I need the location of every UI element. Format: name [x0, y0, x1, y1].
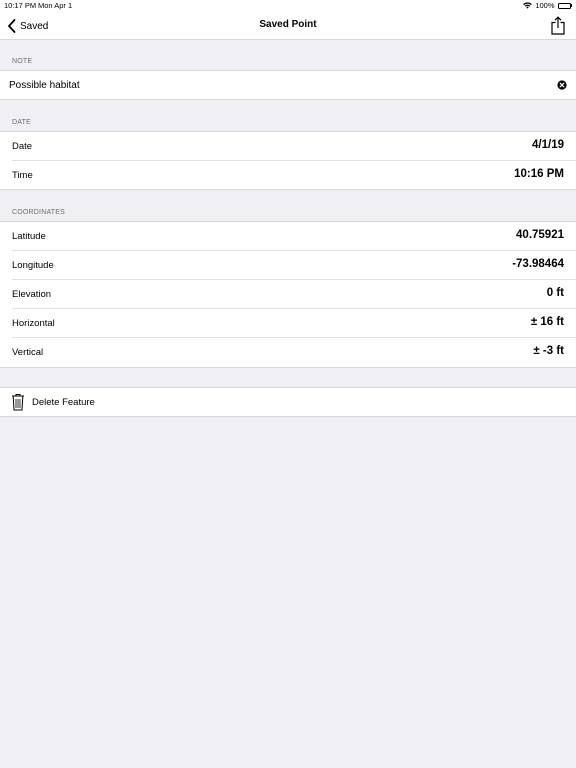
- latitude-row: Latitude 40.75921: [12, 222, 576, 251]
- page-title: Saved Point: [259, 19, 317, 30]
- status-bar: 10:17 PM Mon Apr 1 100%: [0, 0, 576, 12]
- elevation-value: 0 ft: [546, 287, 564, 299]
- status-time: 10:17 PM: [4, 1, 37, 10]
- coordinates-group: Latitude 40.75921 Longitude -73.98464 El…: [0, 221, 576, 368]
- date-value: 4/1/19: [532, 139, 564, 151]
- battery-percent: 100%: [535, 1, 555, 10]
- note-section-header: NOTE: [12, 58, 33, 65]
- trash-icon: [12, 394, 24, 411]
- time-row: Time 10:16 PM: [12, 161, 576, 190]
- horizontal-value: ± 16 ft: [530, 316, 564, 328]
- status-indicators: 100%: [523, 1, 572, 10]
- horizontal-label: Horizontal: [12, 318, 55, 329]
- latitude-label: Latitude: [12, 231, 46, 242]
- date-group: Date 4/1/19 Time 10:16 PM: [0, 131, 576, 190]
- note-group: [0, 70, 576, 100]
- share-icon[interactable]: [550, 16, 566, 35]
- vertical-label: Vertical: [12, 347, 44, 358]
- longitude-label: Longitude: [12, 260, 54, 271]
- longitude-value: -73.98464: [512, 258, 564, 270]
- date-label: Date: [12, 141, 33, 152]
- delete-feature-label: Delete Feature: [32, 397, 95, 408]
- elevation-row: Elevation 0 ft: [12, 280, 576, 309]
- date-section-header: DATE: [12, 119, 31, 126]
- navigation-bar: Saved Saved Point: [0, 12, 576, 40]
- horizontal-accuracy-row: Horizontal ± 16 ft: [12, 309, 576, 338]
- wifi-icon: [523, 2, 533, 9]
- status-date: Mon Apr 1: [38, 1, 73, 10]
- vertical-value: ± -3 ft: [533, 345, 564, 357]
- latitude-value: 40.75921: [516, 229, 564, 241]
- date-row: Date 4/1/19: [12, 132, 576, 161]
- coordinates-section-header: COORDINATES: [12, 209, 66, 216]
- longitude-row: Longitude -73.98464: [12, 251, 576, 280]
- vertical-accuracy-row: Vertical ± -3 ft: [12, 338, 576, 367]
- note-field[interactable]: [9, 71, 539, 99]
- time-label: Time: [12, 170, 33, 181]
- delete-feature-button[interactable]: Delete Feature: [0, 387, 576, 417]
- elevation-label: Elevation: [12, 289, 52, 300]
- time-value: 10:16 PM: [514, 168, 564, 180]
- clear-icon[interactable]: [557, 80, 567, 90]
- battery-icon: [557, 2, 572, 9]
